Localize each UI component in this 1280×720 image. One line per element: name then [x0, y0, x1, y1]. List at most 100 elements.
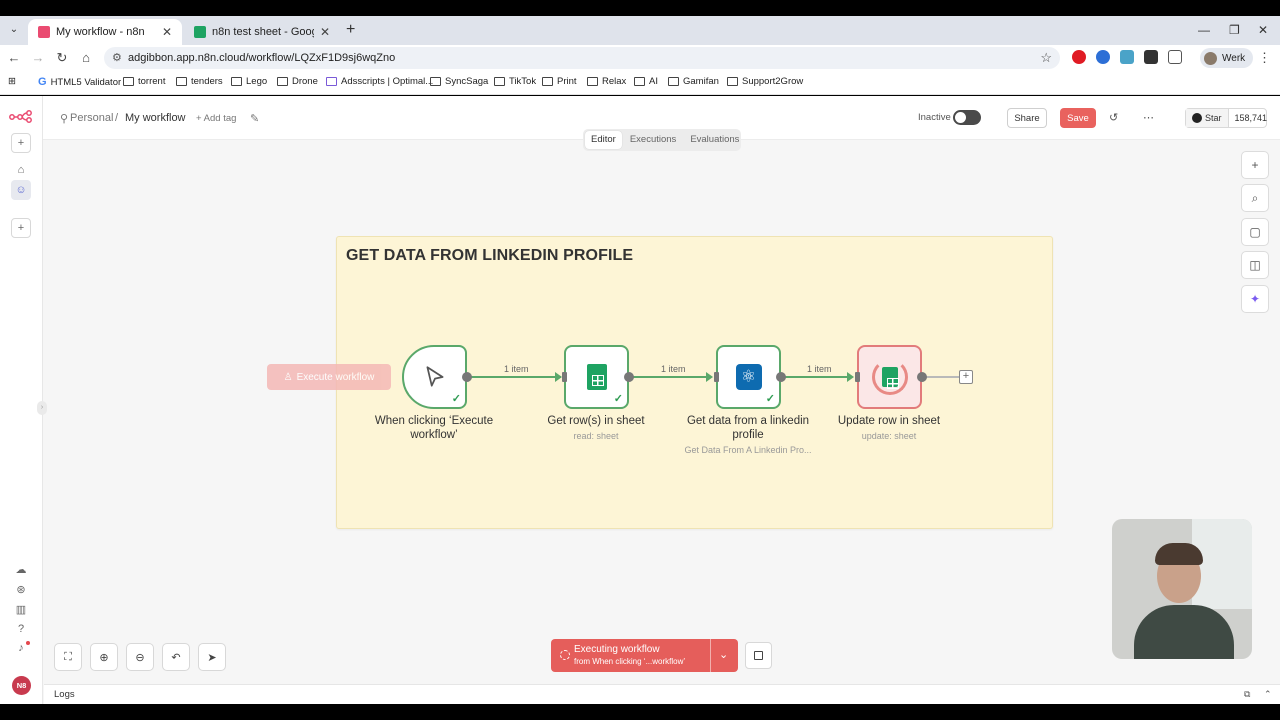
- connection-line[interactable]: [633, 376, 711, 378]
- bookmark-item[interactable]: Print: [542, 76, 577, 87]
- profile-name: Werk: [1222, 52, 1246, 64]
- browser-tab-n8n[interactable]: My workflow - n8n ✕: [28, 19, 182, 45]
- bookmark-item[interactable]: tenders: [176, 76, 223, 87]
- node-manual-trigger[interactable]: ✓: [402, 345, 467, 409]
- insights-chart-icon[interactable]: ▥: [11, 599, 31, 619]
- screen-extension-icon[interactable]: [1120, 50, 1134, 64]
- output-port[interactable]: [776, 372, 786, 382]
- site-info-icon[interactable]: ⚙: [112, 51, 122, 64]
- output-port[interactable]: [624, 372, 634, 382]
- share-button[interactable]: Share: [1007, 108, 1047, 128]
- more-options-icon[interactable]: ⋯: [1143, 111, 1154, 124]
- tab-close-icon[interactable]: ✕: [320, 25, 330, 39]
- minimize-icon[interactable]: —: [1198, 23, 1210, 37]
- apps-grid-icon[interactable]: ⊞: [8, 76, 16, 87]
- input-port[interactable]: [562, 372, 567, 382]
- output-port[interactable]: [462, 372, 472, 382]
- zoom-in-icon[interactable]: ⊕: [90, 643, 118, 671]
- undo-icon[interactable]: ↶: [162, 643, 190, 671]
- bookmark-item[interactable]: Adsscripts | Optimal...: [326, 76, 433, 87]
- tab-executions[interactable]: Executions: [624, 131, 682, 149]
- view-tabs: Editor Executions Evaluations: [583, 129, 741, 151]
- tab-evaluations[interactable]: Evaluations: [684, 131, 745, 149]
- search-nodes-icon[interactable]: ⌕: [1241, 184, 1269, 212]
- history-icon[interactable]: ↺: [1109, 111, 1118, 124]
- input-port[interactable]: [714, 372, 719, 382]
- add-project-icon[interactable]: +: [11, 218, 31, 238]
- connection-line[interactable]: [471, 376, 561, 378]
- bookmark-item[interactable]: Gamifan: [668, 76, 719, 87]
- add-node-plus-icon[interactable]: +: [1241, 151, 1269, 179]
- connection-line[interactable]: [926, 376, 959, 378]
- ai-assistant-sparkle-icon[interactable]: ✦: [1241, 285, 1269, 313]
- connection-line[interactable]: [785, 376, 852, 378]
- add-next-node-plus-icon[interactable]: +: [959, 370, 973, 384]
- bookmark-item[interactable]: Drone: [277, 76, 318, 87]
- bookmark-item[interactable]: SyncSaga: [430, 76, 488, 87]
- profile-button[interactable]: Werk: [1200, 48, 1254, 68]
- new-tab-icon[interactable]: +: [346, 22, 355, 38]
- tab-search-icon[interactable]: ⌄: [6, 22, 22, 38]
- webcam-overlay: [1112, 519, 1252, 659]
- bookmark-star-icon[interactable]: ☆: [1040, 50, 1052, 66]
- bookmark-item[interactable]: G HTML5 Validator: [38, 76, 121, 88]
- active-status-label: Inactive: [918, 112, 951, 123]
- tab-editor[interactable]: Editor: [585, 131, 622, 149]
- bookmark-item[interactable]: torrent: [123, 76, 165, 87]
- maximize-icon[interactable]: ❐: [1229, 23, 1240, 37]
- cloud-icon[interactable]: ☁: [11, 559, 31, 579]
- create-plus-icon[interactable]: +: [11, 133, 31, 153]
- color-extension-icon[interactable]: [1096, 50, 1110, 64]
- help-icon[interactable]: ?: [11, 619, 31, 639]
- logs-label: Logs: [54, 689, 75, 700]
- browser-tab-sheets[interactable]: n8n test sheet - Google Sheets ✕: [184, 19, 340, 45]
- execute-workflow-button[interactable]: ♙ Execute workflow: [267, 364, 391, 390]
- github-star-button[interactable]: Star 158,741: [1185, 108, 1267, 128]
- fit-view-icon[interactable]: ⛶: [54, 643, 82, 671]
- window-close-icon[interactable]: ✕: [1258, 23, 1268, 37]
- toggle-panel-icon[interactable]: ◫: [1241, 251, 1269, 279]
- n8n-logo-icon[interactable]: [9, 109, 33, 123]
- home-icon[interactable]: ⌂: [11, 160, 31, 180]
- bookmark-item[interactable]: Relax: [587, 76, 626, 87]
- tab-close-icon[interactable]: ✕: [162, 25, 172, 39]
- bookmark-item[interactable]: Support2Grow: [727, 76, 803, 87]
- output-port[interactable]: [917, 372, 927, 382]
- edit-description-icon[interactable]: ✎: [250, 112, 259, 125]
- templates-icon[interactable]: ⊛: [11, 579, 31, 599]
- node-update-row-in-sheet[interactable]: [857, 345, 922, 409]
- bookmark-item[interactable]: TikTok: [494, 76, 536, 87]
- logs-panel-bar[interactable]: Logs ⧉ ⌃: [44, 684, 1280, 704]
- qr-extension-icon[interactable]: [1144, 50, 1158, 64]
- stop-execution-button[interactable]: [745, 642, 772, 669]
- back-icon[interactable]: ←: [6, 50, 22, 66]
- add-sticky-note-icon[interactable]: ▢: [1241, 218, 1269, 246]
- tidy-up-cursor-icon[interactable]: ➤: [198, 643, 226, 671]
- user-avatar[interactable]: N8: [12, 676, 31, 695]
- opera-extension-icon[interactable]: [1072, 50, 1086, 64]
- puzzle-extensions-icon[interactable]: [1168, 50, 1182, 64]
- expand-sidebar-chevron-icon[interactable]: ›: [37, 401, 47, 415]
- personal-user-icon[interactable]: ☺: [11, 180, 31, 200]
- forward-icon[interactable]: →: [30, 50, 46, 66]
- browser-menu-icon[interactable]: ⋮: [1258, 50, 1271, 66]
- node-get-linkedin-profile[interactable]: ⚛ ✓: [716, 345, 781, 409]
- chevron-down-icon[interactable]: ⌄: [719, 648, 728, 661]
- url-field[interactable]: ⚙ adgibbon.app.n8n.cloud/workflow/LQZxF1…: [104, 47, 1060, 69]
- breadcrumb-personal[interactable]: Personal: [70, 112, 113, 124]
- zoom-out-icon[interactable]: ⊖: [126, 643, 154, 671]
- home-icon[interactable]: ⌂: [78, 50, 94, 66]
- save-button[interactable]: Save: [1060, 108, 1096, 128]
- input-port[interactable]: [855, 372, 860, 382]
- popout-icon[interactable]: ⧉: [1244, 689, 1250, 700]
- active-toggle[interactable]: [953, 110, 981, 125]
- folder-icon: [231, 77, 242, 86]
- reload-icon[interactable]: ↻: [54, 50, 70, 66]
- executing-workflow-button[interactable]: Executing workflow from When clicking ‘.…: [551, 639, 738, 672]
- add-tag-button[interactable]: + Add tag: [196, 113, 236, 124]
- bookmark-item[interactable]: Lego: [231, 76, 267, 87]
- expand-chevron-icon[interactable]: ⌃: [1264, 689, 1272, 700]
- node-get-rows-in-sheet[interactable]: ✓: [564, 345, 629, 409]
- bookmark-item[interactable]: AI: [634, 76, 658, 87]
- workflow-name[interactable]: My workflow: [125, 112, 186, 124]
